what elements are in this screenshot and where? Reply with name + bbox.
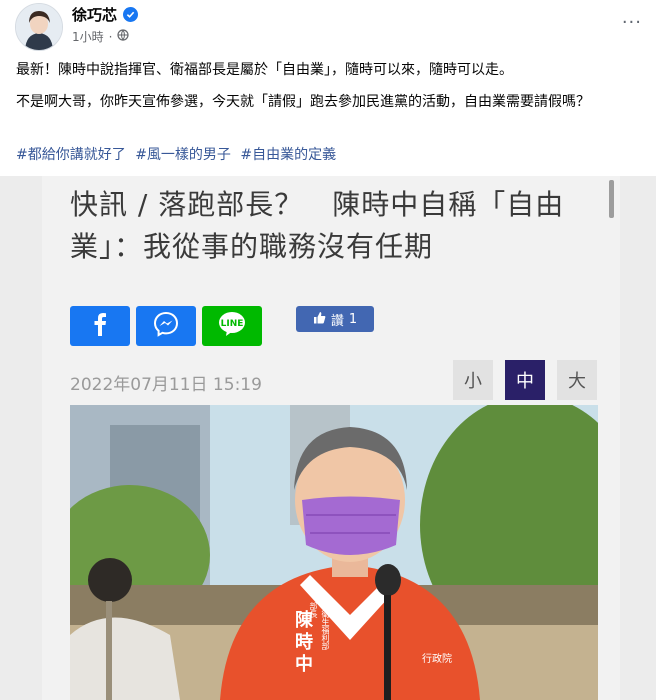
post-text-line-2: 不是啊大哥，你昨天宣佈參選，今天就「請假」跑去參加民進黨的活動，自由業需要請假嗎… (16, 94, 590, 110)
globe-icon (117, 29, 130, 44)
article-date: 2022年07月11日 15:19 (70, 375, 262, 395)
author-avatar[interactable] (15, 3, 63, 51)
hashtag-link[interactable]: #風一樣的男子 (135, 147, 231, 163)
vest-org-text: 行政院 (422, 654, 452, 665)
like-button[interactable]: 讚 1 (296, 306, 374, 332)
svg-text:LINE: LINE (221, 319, 244, 329)
thumbs-up-icon (313, 311, 326, 328)
post-header: 徐巧芯 1小時 · ··· (0, 0, 656, 52)
hashtag-link[interactable]: #都給你講就好了 (16, 147, 126, 163)
line-icon: LINE (217, 310, 247, 342)
author-name[interactable]: 徐巧芯 (72, 4, 117, 25)
article-photo[interactable]: 陳 時 中 衛生福利部 部長 行政院 (70, 405, 598, 700)
post-text-line-1: 最新！陳時中說指揮官、衛福部長是屬於「自由業」，隨時可以來，隨時可以走。 (16, 62, 513, 78)
font-size-small-button[interactable]: 小 (453, 360, 493, 400)
line-share-button[interactable]: LINE (202, 306, 262, 346)
more-options-button[interactable]: ··· (622, 12, 642, 33)
verified-badge-icon (123, 7, 139, 22)
hashtag-link[interactable]: #自由業的定義 (240, 147, 336, 163)
font-size-large-button[interactable]: 大 (557, 360, 597, 400)
messenger-share-button[interactable] (136, 306, 196, 346)
like-label: 讚 (330, 313, 344, 329)
facebook-share-button[interactable] (70, 306, 130, 346)
vest-title-text: 衛生福利部 (321, 610, 330, 650)
font-size-medium-button[interactable]: 中 (505, 360, 545, 400)
vest-role-text: 部長 (309, 602, 318, 618)
hashtags: #都給你講就好了 #風一樣的男子 #自由業的定義 (16, 144, 341, 164)
post-time[interactable]: 1小時 (72, 28, 104, 45)
meta-separator: · (108, 29, 113, 44)
article-headline[interactable]: 快訊 / 落跑部長？ 陳時中自稱「自由業」：我從事的職務沒有任期 (70, 184, 590, 268)
messenger-icon (152, 310, 180, 342)
like-count: 1 (348, 311, 358, 327)
scrollbar-thumb[interactable] (609, 180, 614, 218)
facebook-icon (93, 312, 107, 340)
vest-name-text: 陳 時 中 (295, 610, 313, 675)
